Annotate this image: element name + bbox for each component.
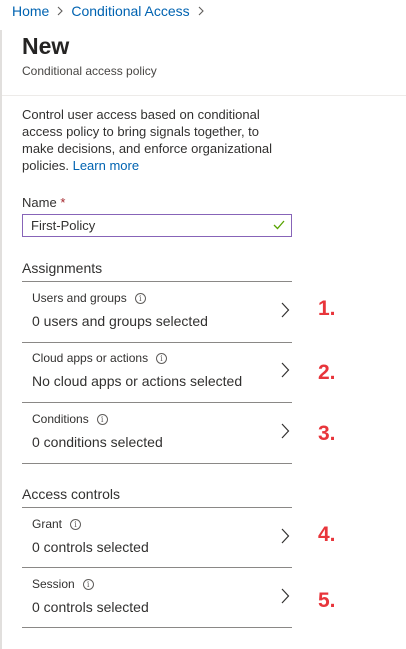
session-row[interactable]: Session i 0 controls selected <box>22 568 292 628</box>
page-subtitle: Conditional access policy <box>22 64 157 78</box>
step-annotation-4: 4. <box>318 523 336 546</box>
chevron-right-icon <box>198 4 204 19</box>
name-label-text: Name <box>22 195 57 210</box>
conditional-access-new-policy-page: Home Conditional Access New Conditional … <box>0 0 406 649</box>
info-icon[interactable]: i <box>134 292 146 304</box>
row-label: Session i <box>32 577 94 591</box>
info-icon[interactable]: i <box>156 352 168 364</box>
cloud-apps-label: Cloud apps or actions <box>32 351 149 365</box>
grant-row[interactable]: Grant i 0 controls selected <box>22 508 292 568</box>
policy-description: Control user access based on conditional… <box>22 106 282 174</box>
grant-value: 0 controls selected <box>32 539 149 555</box>
blade-left-border <box>0 30 2 649</box>
row-label: Users and groups i <box>32 291 146 305</box>
step-annotation-3: 3. <box>318 422 336 445</box>
step-annotation-5: 5. <box>318 589 336 612</box>
assignments-heading: Assignments <box>22 260 103 276</box>
chevron-right-icon <box>281 423 290 439</box>
name-field <box>22 214 292 237</box>
required-asterisk: * <box>60 195 66 210</box>
info-icon[interactable]: i <box>96 413 108 425</box>
breadcrumb: Home Conditional Access <box>12 3 212 19</box>
description-text: Control user access based on conditional… <box>22 107 273 173</box>
divider <box>22 627 292 628</box>
cloud-apps-row[interactable]: Cloud apps or actions i No cloud apps or… <box>22 342 292 402</box>
chevron-right-icon <box>281 588 290 604</box>
users-and-groups-value: 0 users and groups selected <box>32 313 208 329</box>
divider <box>22 463 292 464</box>
policy-name-input[interactable] <box>23 215 263 236</box>
users-and-groups-row[interactable]: Users and groups i 0 users and groups se… <box>22 282 292 342</box>
info-icon[interactable]: i <box>70 518 82 530</box>
page-title: New <box>22 33 70 59</box>
step-annotation-2: 2. <box>318 361 336 384</box>
chevron-right-icon <box>281 528 290 544</box>
chevron-right-icon <box>281 302 290 318</box>
header-divider <box>2 95 406 96</box>
chevron-right-icon <box>57 4 64 19</box>
step-annotation-1: 1. <box>318 297 336 320</box>
cloud-apps-value: No cloud apps or actions selected <box>32 373 243 389</box>
conditions-row[interactable]: Conditions i 0 conditions selected <box>22 403 292 463</box>
row-label: Conditions i <box>32 412 108 426</box>
session-label: Session <box>32 577 75 591</box>
checkmark-icon <box>273 220 285 230</box>
row-label: Grant i <box>32 517 82 531</box>
name-field-label: Name * <box>22 195 65 210</box>
conditions-label: Conditions <box>32 412 89 426</box>
users-and-groups-label: Users and groups <box>32 291 127 305</box>
breadcrumb-conditional-access[interactable]: Conditional Access <box>71 3 189 19</box>
breadcrumb-home[interactable]: Home <box>12 3 49 19</box>
access-controls-heading: Access controls <box>22 486 121 502</box>
row-label: Cloud apps or actions i <box>32 351 168 365</box>
chevron-right-icon <box>281 362 290 378</box>
conditions-value: 0 conditions selected <box>32 434 163 450</box>
session-value: 0 controls selected <box>32 599 149 615</box>
learn-more-link[interactable]: Learn more <box>73 158 139 173</box>
info-icon[interactable]: i <box>82 578 94 590</box>
grant-label: Grant <box>32 517 63 531</box>
